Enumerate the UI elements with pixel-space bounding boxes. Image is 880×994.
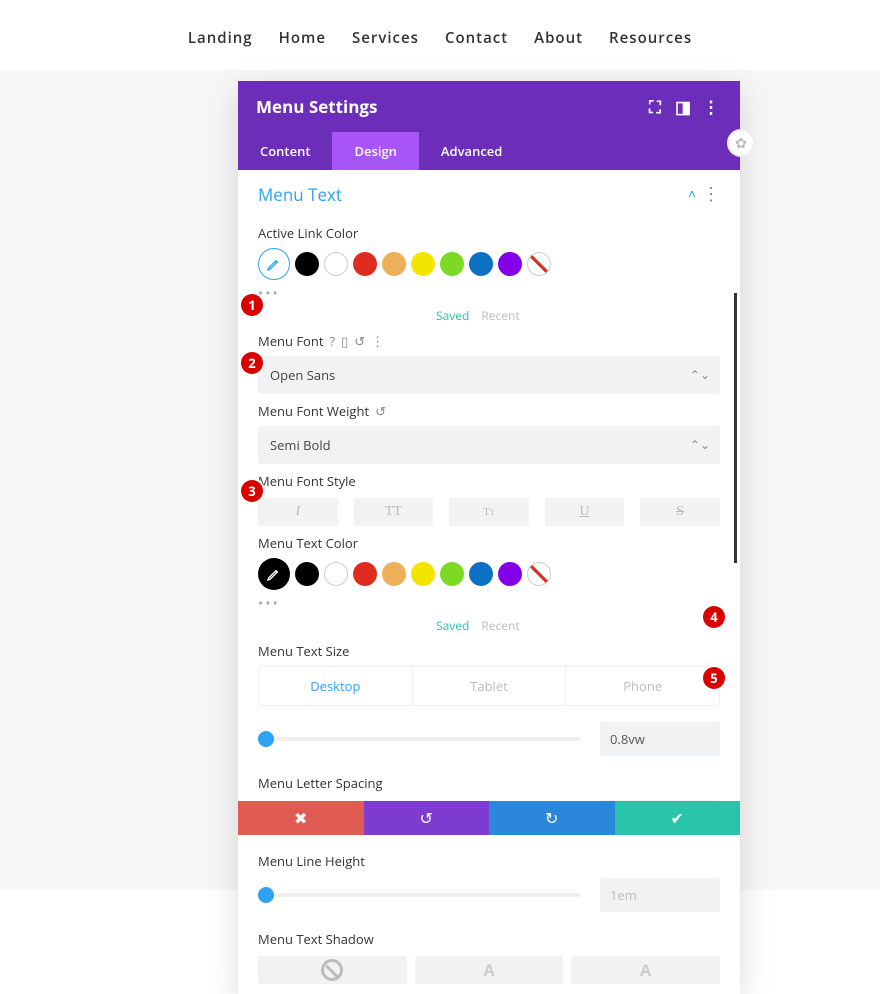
panel-header: Menu Settings ⛶ ◨ ⋮	[238, 81, 740, 132]
menu-font-style-label: Menu Font Style	[258, 472, 720, 490]
callout-3: 3	[241, 480, 263, 502]
reset-icon[interactable]: ↺	[375, 402, 386, 420]
callout-2: 2	[241, 352, 263, 374]
swatch-purple[interactable]	[498, 562, 522, 586]
swatch-red[interactable]	[353, 252, 377, 276]
undo-button[interactable]: ↺	[364, 801, 490, 835]
font-style-buttons: I TT TT U S	[258, 498, 720, 526]
swatch-green[interactable]	[440, 252, 464, 276]
shadow-none[interactable]	[258, 956, 407, 984]
nav-services[interactable]: Services	[352, 28, 419, 48]
swatch-black[interactable]	[295, 562, 319, 586]
section-title: Menu Text	[258, 183, 342, 206]
line-height-input[interactable]: 1em	[600, 878, 720, 912]
text-size-slider[interactable]	[258, 737, 580, 741]
recent-colors-link[interactable]: Recent	[481, 617, 519, 634]
more-icon[interactable]: ⋮	[371, 332, 384, 350]
more-dots-icon[interactable]: •••	[258, 284, 720, 303]
swatch-purple[interactable]	[498, 252, 522, 276]
swatch-yellow[interactable]	[411, 252, 435, 276]
settings-tabs: Content Design Advanced	[238, 132, 740, 170]
menu-text-color-label: Menu Text Color	[258, 534, 720, 552]
recent-colors-link[interactable]: Recent	[481, 307, 519, 324]
menu-text-color-swatches	[258, 558, 720, 590]
help-icon[interactable]: ?	[329, 332, 335, 350]
chevron-up-icon[interactable]: ˄	[688, 185, 696, 204]
line-height-label: Menu Line Height	[258, 852, 720, 870]
menu-font-weight-label: Menu Font Weight ↺	[258, 402, 720, 420]
swatch-white[interactable]	[324, 252, 348, 276]
save-button[interactable]: ✔	[615, 801, 741, 835]
device-tabs: Desktop Tablet Phone	[258, 666, 720, 706]
section-header[interactable]: Menu Text ˄ ⋮	[258, 176, 720, 216]
text-shadow-label: Menu Text Shadow	[258, 930, 720, 948]
swatch-orange[interactable]	[382, 562, 406, 586]
shadow-preset-2[interactable]: A	[571, 956, 720, 984]
snap-icon[interactable]: ◨	[672, 96, 694, 118]
drag-handle-icon[interactable]: ✿	[727, 129, 755, 157]
device-tablet-tab[interactable]: Tablet	[413, 667, 567, 705]
color-picker-icon[interactable]	[258, 248, 290, 280]
reset-icon[interactable]: ↺	[354, 332, 365, 350]
smallcaps-button[interactable]: TT	[449, 498, 529, 526]
menu-settings-panel: Menu Settings ⛶ ◨ ⋮ Content Design Advan…	[238, 81, 740, 994]
swatch-blue[interactable]	[469, 562, 493, 586]
uppercase-button[interactable]: TT	[354, 498, 434, 526]
panel-title: Menu Settings	[256, 95, 377, 118]
chevron-down-icon: ⌃⌄	[690, 436, 710, 453]
tab-content[interactable]: Content	[238, 132, 332, 170]
callout-5: 5	[703, 667, 725, 689]
swatch-none[interactable]	[527, 562, 551, 586]
swatch-yellow[interactable]	[411, 562, 435, 586]
line-height-slider[interactable]	[258, 893, 580, 897]
swatch-black[interactable]	[295, 252, 319, 276]
saved-colors-link[interactable]: Saved	[436, 307, 469, 324]
underline-button[interactable]: U	[545, 498, 625, 526]
site-nav: Landing Home Services Contact About Reso…	[0, 0, 880, 70]
nav-about[interactable]: About	[534, 28, 583, 48]
saved-colors-link[interactable]: Saved	[436, 617, 469, 634]
panel-footer: ✖ ↺ ↻ ✔	[238, 801, 740, 835]
tab-design[interactable]: Design	[332, 132, 418, 170]
section-more-icon[interactable]: ⋮	[702, 182, 720, 206]
nav-contact[interactable]: Contact	[445, 28, 508, 48]
more-menu-icon[interactable]: ⋮	[700, 96, 722, 118]
active-link-color-label: Active Link Color	[258, 224, 720, 242]
letter-spacing-label: Menu Letter Spacing	[258, 774, 720, 792]
swatch-red[interactable]	[353, 562, 377, 586]
nav-landing[interactable]: Landing	[188, 28, 253, 48]
swatch-blue[interactable]	[469, 252, 493, 276]
text-size-input[interactable]: 0.8vw	[600, 722, 720, 756]
swatch-none[interactable]	[527, 252, 551, 276]
panel-scrollbar[interactable]	[734, 293, 737, 563]
expand-icon[interactable]: ⛶	[644, 96, 666, 118]
more-dots-icon[interactable]: •••	[258, 594, 720, 613]
redo-button[interactable]: ↻	[489, 801, 615, 835]
menu-font-label: Menu Font ? ▯ ↺ ⋮	[258, 332, 720, 350]
swatch-white[interactable]	[324, 562, 348, 586]
italic-button[interactable]: I	[258, 498, 338, 526]
active-link-color-swatches	[258, 248, 720, 280]
cancel-button[interactable]: ✖	[238, 801, 364, 835]
nav-resources[interactable]: Resources	[609, 28, 692, 48]
tab-advanced[interactable]: Advanced	[419, 132, 524, 170]
swatch-green[interactable]	[440, 562, 464, 586]
color-picker-icon[interactable]	[258, 558, 290, 590]
text-shadow-options: A A	[258, 956, 720, 984]
nav-home[interactable]: Home	[279, 28, 326, 48]
device-phone-tab[interactable]: Phone	[566, 667, 719, 705]
menu-font-weight-select[interactable]: Semi Bold ⌃⌄	[258, 426, 720, 464]
callout-4: 4	[703, 606, 725, 628]
swatch-orange[interactable]	[382, 252, 406, 276]
callout-1: 1	[241, 294, 263, 316]
strikethrough-button[interactable]: S	[640, 498, 720, 526]
mobile-icon[interactable]: ▯	[341, 332, 348, 350]
device-desktop-tab[interactable]: Desktop	[259, 667, 413, 705]
menu-font-select[interactable]: Open Sans ⌃⌄	[258, 356, 720, 394]
chevron-down-icon: ⌃⌄	[690, 366, 710, 383]
menu-text-size-label: Menu Text Size	[258, 642, 720, 660]
shadow-preset-1[interactable]: A	[415, 956, 564, 984]
